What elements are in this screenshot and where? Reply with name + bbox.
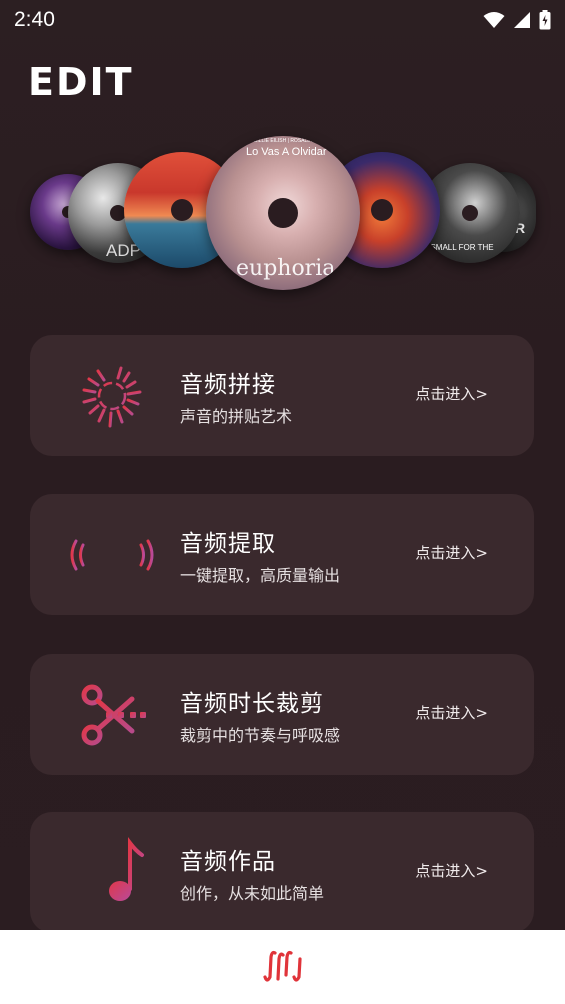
card-audio-splice[interactable]: 音频拼接 声音的拼贴艺术 点击进入> bbox=[30, 335, 534, 456]
album-header-text: BILLIE EILISH | ROSALÍA bbox=[254, 138, 312, 144]
album-title-text: Lo Vas A Olvidar bbox=[246, 146, 327, 158]
music-note-list-icon bbox=[80, 837, 144, 901]
wifi-icon bbox=[483, 12, 505, 28]
album-cover-text: euphoria bbox=[236, 256, 336, 281]
card-title: 音频拼接 bbox=[180, 372, 276, 398]
card-enter-link[interactable]: 点击进入> bbox=[415, 383, 488, 404]
cellular-signal-icon bbox=[514, 12, 530, 28]
card-enter-link[interactable]: 点击进入> bbox=[415, 860, 488, 881]
card-subtitle: 裁剪中的节奏与呼吸感 bbox=[180, 726, 341, 745]
card-audio-extract[interactable]: 音频提取 一键提取，高质量输出 点击进入> bbox=[30, 494, 534, 615]
card-audio-works[interactable]: 音频作品 创作，从未如此简单 点击进入> bbox=[30, 812, 534, 933]
card-enter-link[interactable]: 点击进入> bbox=[415, 702, 488, 723]
card-audio-trim[interactable]: 音频时长裁剪 裁剪中的节奏与呼吸感 点击进入> bbox=[30, 654, 534, 775]
card-subtitle: 创作，从未如此简单 bbox=[180, 884, 325, 903]
card-title: 音频提取 bbox=[180, 531, 276, 557]
card-title: 音频作品 bbox=[180, 849, 276, 875]
album-cover-text: O SMALL FOR THE bbox=[422, 243, 494, 252]
app-logo-icon[interactable] bbox=[261, 947, 305, 987]
card-title: 音频时长裁剪 bbox=[180, 691, 324, 717]
bottom-navigation-bar bbox=[0, 930, 565, 1004]
status-time: 2:40 bbox=[14, 8, 55, 31]
card-enter-link[interactable]: 点击进入> bbox=[415, 542, 488, 563]
card-subtitle: 一键提取，高质量输出 bbox=[180, 566, 341, 585]
audio-splice-icon bbox=[82, 363, 142, 428]
page-title: EDIT bbox=[28, 60, 134, 104]
status-icons bbox=[483, 10, 551, 30]
status-bar: 2:40 bbox=[0, 0, 565, 40]
scissors-icon bbox=[81, 684, 146, 746]
battery-icon bbox=[539, 10, 551, 30]
audio-extract-icon bbox=[70, 533, 154, 577]
card-subtitle: 声音的拼贴艺术 bbox=[180, 407, 293, 426]
album-disc-euphoria[interactable]: BILLIE EILISH | ROSALÍA Lo Vas A Olvidar… bbox=[206, 136, 360, 290]
album-carousel[interactable]: ADP STAR O SMALL FOR THE BILLIE EILISH |… bbox=[0, 130, 565, 300]
